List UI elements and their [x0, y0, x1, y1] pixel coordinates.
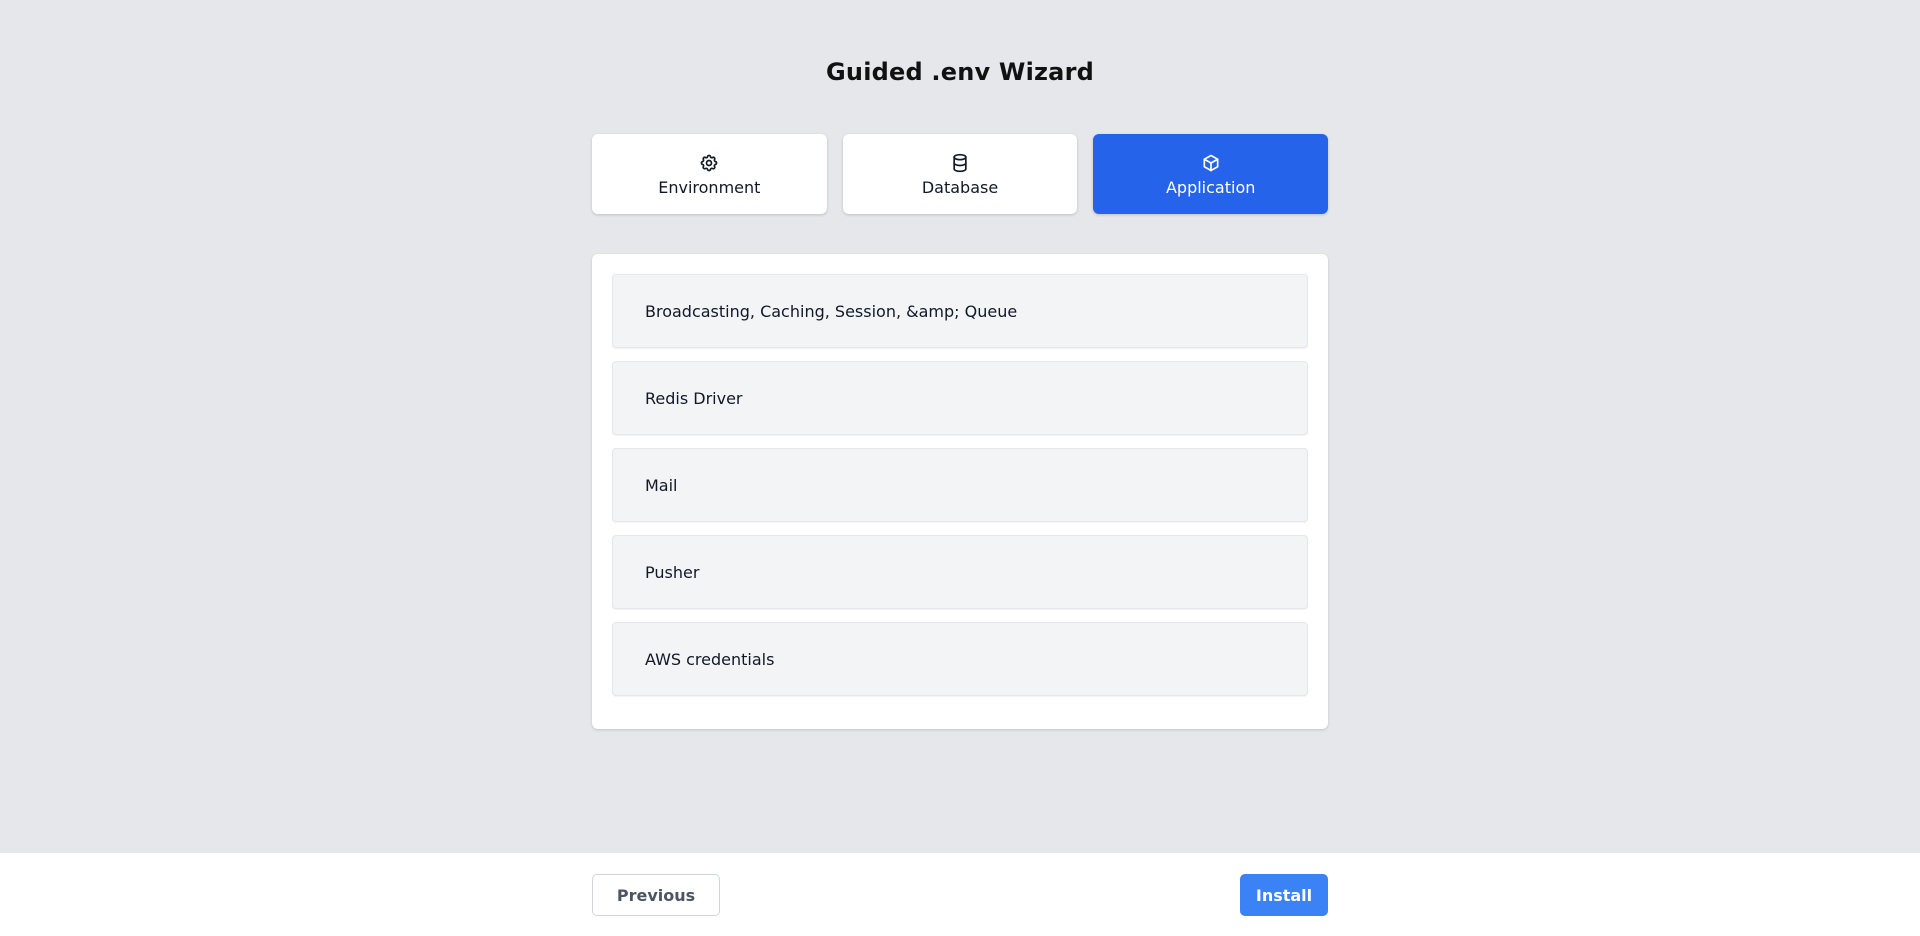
- cube-icon: [1200, 152, 1222, 174]
- wizard-tabs: Environment Database Application: [592, 134, 1329, 214]
- tab-application-label: Application: [1165, 177, 1256, 197]
- tab-environment[interactable]: Environment: [592, 134, 827, 214]
- install-button[interactable]: Install: [1240, 874, 1328, 916]
- section-redis-driver[interactable]: Redis Driver: [612, 361, 1308, 435]
- gear-icon: [698, 152, 720, 174]
- tab-database-label: Database: [921, 177, 999, 197]
- previous-button[interactable]: Previous: [592, 874, 720, 916]
- tab-database[interactable]: Database: [842, 134, 1078, 214]
- sections-card: Broadcasting, Caching, Session, &amp; Qu…: [592, 254, 1328, 729]
- tab-application[interactable]: Application: [1093, 134, 1329, 214]
- section-broadcasting[interactable]: Broadcasting, Caching, Session, &amp; Qu…: [612, 274, 1308, 348]
- wizard-page: Guided .env Wizard Environment Database: [0, 0, 1920, 936]
- database-icon: [949, 152, 971, 174]
- page-title: Guided .env Wizard: [826, 58, 1094, 86]
- section-aws-credentials[interactable]: AWS credentials: [612, 622, 1308, 696]
- footer-bar: Previous Install: [0, 853, 1920, 936]
- section-mail[interactable]: Mail: [612, 448, 1308, 522]
- section-pusher[interactable]: Pusher: [612, 535, 1308, 609]
- tab-environment-label: Environment: [658, 177, 761, 197]
